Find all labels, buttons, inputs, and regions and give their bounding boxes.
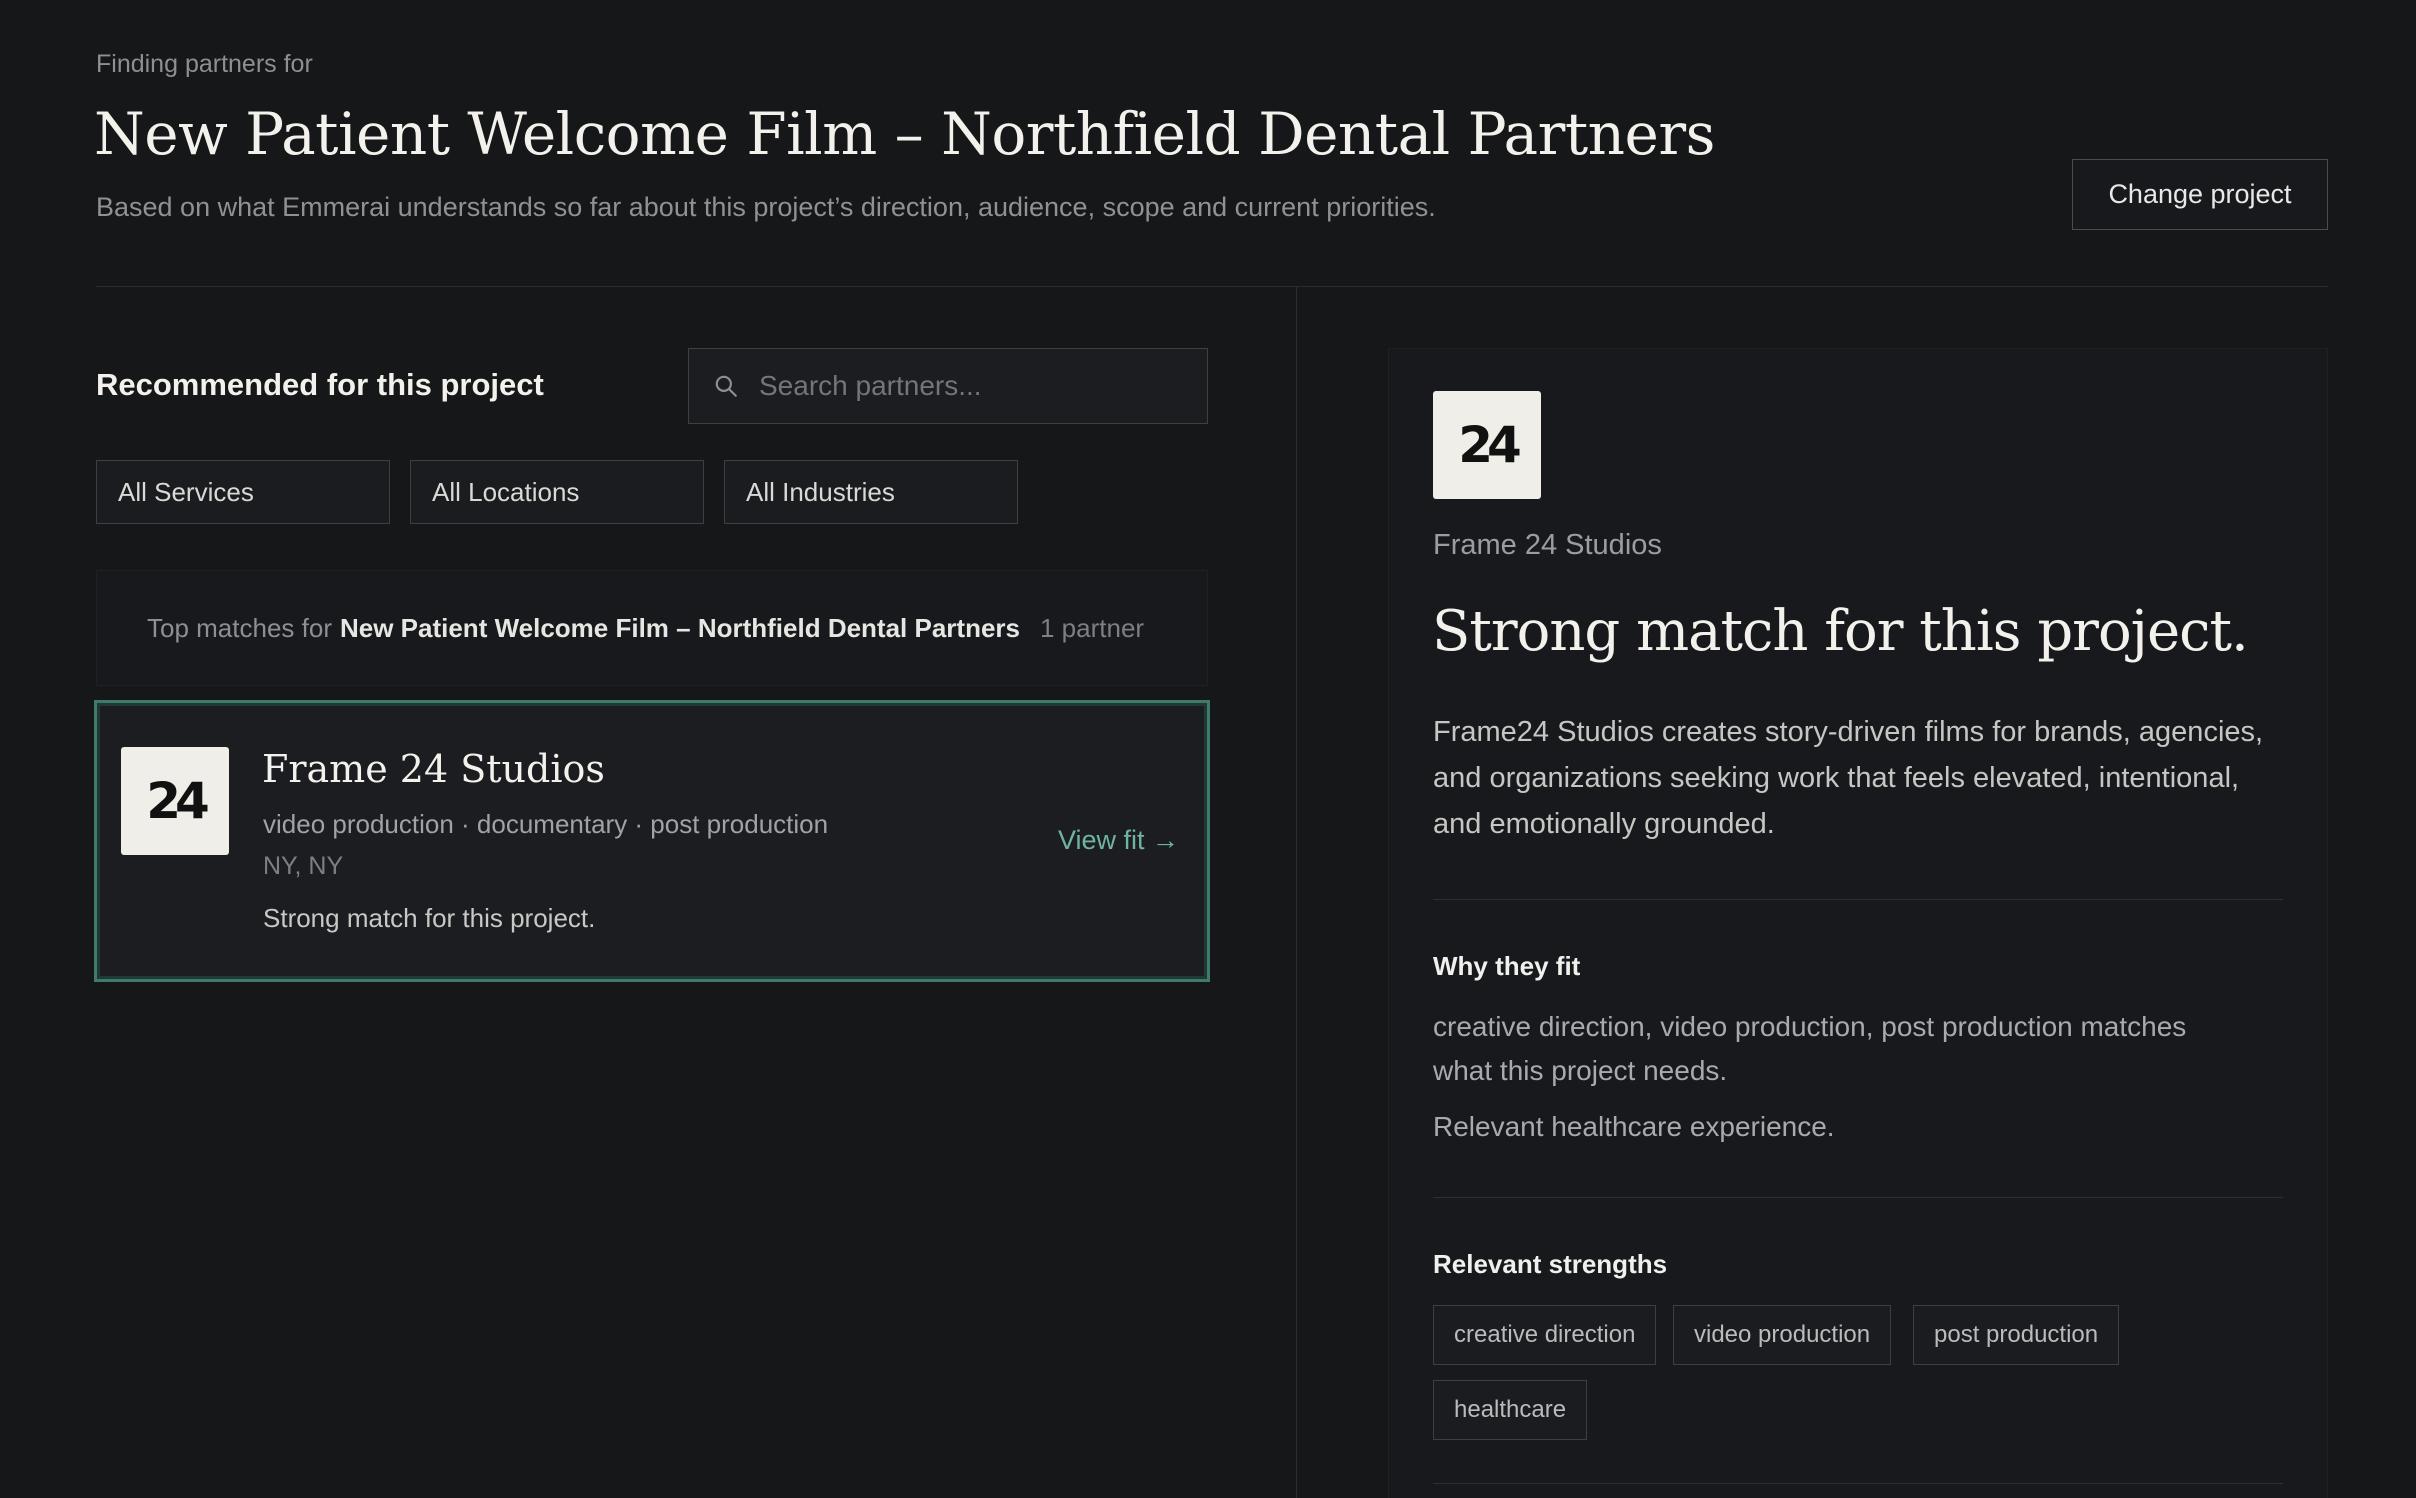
- column-divider: [1296, 287, 1297, 1498]
- search-box[interactable]: [688, 348, 1208, 424]
- strength-tag: video production: [1673, 1305, 1892, 1365]
- top-matches-bar: Top matches for New Patient Welcome Film…: [96, 570, 1208, 686]
- recommended-heading: Recommended for this project: [96, 367, 544, 402]
- strength-tag: healthcare: [1433, 1380, 1588, 1440]
- project-subtitle: Based on what Emmerai understands so far…: [96, 192, 1436, 222]
- partner-card[interactable]: 24 Frame 24 Studios video production · d…: [94, 700, 1210, 982]
- partner-summary: Strong match for this project.: [263, 903, 596, 933]
- panel-divider: [1433, 899, 2283, 900]
- logo-glyph: 24: [146, 772, 210, 830]
- panel-divider: [1433, 1483, 2283, 1484]
- header-divider: [96, 286, 2328, 287]
- why-fit-extra: Relevant healthcare experience.: [1433, 1111, 1835, 1142]
- why-fit-text: creative direction, video production, po…: [1433, 1011, 2187, 1086]
- search-icon: [715, 375, 737, 397]
- matches-count: 1 partner: [1040, 612, 1145, 643]
- partner-detail-panel: 24 Frame 24 Studios Strong match for thi…: [1388, 348, 2328, 1498]
- services-filter[interactable]: All Services: [96, 460, 390, 524]
- detail-description: Frame24 Studios creates story-driven fil…: [1433, 716, 2264, 840]
- industries-filter[interactable]: All Industries: [724, 460, 1018, 524]
- partner-location: NY, NY: [263, 852, 344, 880]
- detail-headline: Strong match for this project.: [1432, 599, 2249, 664]
- matches-prefix: Top matches for: [147, 612, 332, 643]
- strength-tag: post production: [1913, 1305, 2120, 1365]
- partner-finder-page: Finding partners for New Patient Welcome…: [0, 0, 2416, 1498]
- why-fit-heading: Why they fit: [1433, 951, 1581, 981]
- view-fit-link[interactable]: View fit →: [1058, 825, 1179, 856]
- logo-glyph: 24: [1458, 416, 1522, 474]
- locations-filter[interactable]: All Locations: [410, 460, 704, 524]
- strengths-heading: Relevant strengths: [1433, 1249, 1668, 1279]
- matches-project: New Patient Welcome Film – Northfield De…: [339, 612, 1020, 643]
- panel-divider: [1433, 1197, 2283, 1198]
- change-project-button[interactable]: Change project: [2072, 159, 2328, 230]
- partner-name: Frame 24 Studios: [262, 747, 605, 791]
- search-input[interactable]: [759, 370, 1179, 402]
- detail-partner-name: Frame 24 Studios: [1433, 529, 1662, 561]
- partner-services: video production · documentary · post pr…: [263, 809, 829, 839]
- partner-logo: 24: [121, 747, 229, 855]
- project-title: New Patient Welcome Film – Northfield De…: [94, 100, 1715, 168]
- detail-logo: 24: [1433, 391, 1541, 499]
- strength-tag: creative direction: [1433, 1305, 1657, 1365]
- eyebrow-label: Finding partners for: [96, 50, 313, 78]
